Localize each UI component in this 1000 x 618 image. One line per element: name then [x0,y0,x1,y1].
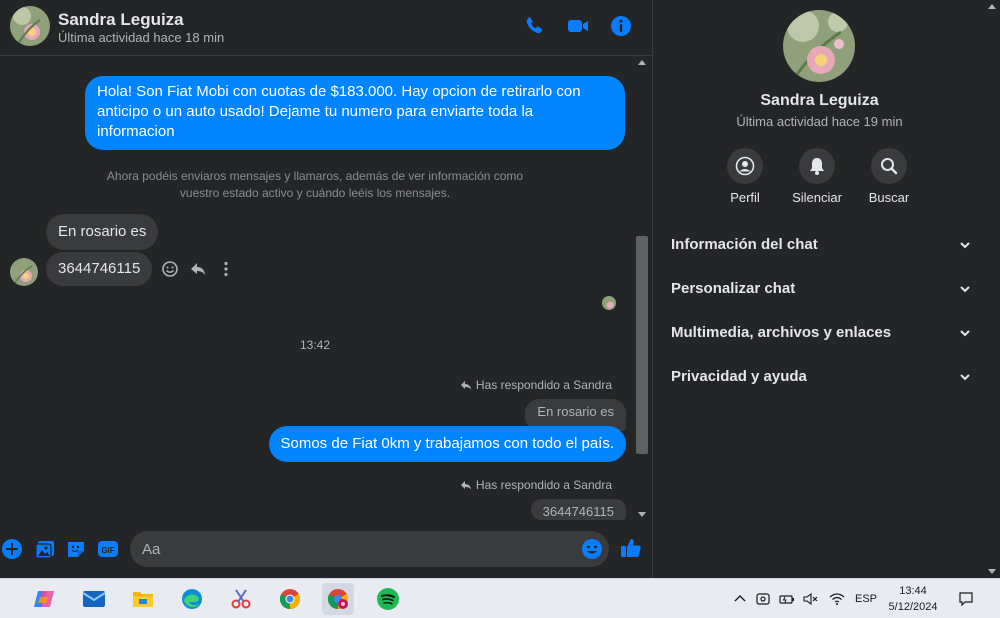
reply-label-text: Has respondido a Sandra [475,478,612,492]
section-privacy-help[interactable]: Privacidad y ayuda [671,362,971,392]
chat-header: Sandra Leguiza Última actividad hace 18 … [0,0,652,56]
info-contact-status: Última actividad hace 19 min [736,114,903,129]
profile-label: Perfil [730,190,760,205]
scroll-down-arrow[interactable] [988,569,996,574]
section-media-files-links[interactable]: Multimedia, archivos y enlaces [671,318,971,348]
profile-icon [727,148,763,184]
video-icon[interactable] [566,14,590,38]
chevron-down-icon [960,374,970,381]
copilot-icon[interactable] [28,583,60,615]
spotify-icon[interactable] [372,583,404,615]
clock-time: 13:44 [899,585,927,597]
reply-label: Has respondido a Sandra [460,378,612,392]
gif-icon[interactable]: GIF [97,538,119,560]
chrome-icon[interactable] [274,583,306,615]
mail-icon[interactable] [78,583,110,615]
notifications-icon[interactable] [958,591,974,607]
message-input-container[interactable] [130,531,609,567]
contact-name[interactable]: Sandra Leguiza [58,10,184,30]
snipping-tool-icon[interactable] [225,583,257,615]
react-emoji-icon[interactable] [161,260,179,278]
reply-label: Has respondido a Sandra [460,478,612,492]
chat-pane: Sandra Leguiza Última actividad hace 18 … [0,0,652,578]
scroll-up-arrow[interactable] [988,4,996,9]
input-language[interactable]: ESP [855,593,877,605]
meet-now-icon[interactable] [755,591,771,607]
wifi-icon[interactable] [829,591,845,607]
scroll-up-arrow[interactable] [638,60,646,65]
reply-icon[interactable] [189,260,207,278]
conversation-info-panel: Sandra Leguiza Última actividad hace 19 … [652,0,985,578]
bell-icon [799,148,835,184]
window-scrollbar[interactable] [985,0,1000,578]
section-customize-chat[interactable]: Personalizar chat [671,274,971,304]
info-icon[interactable] [609,14,633,38]
incoming-message[interactable]: En rosario es [46,214,159,250]
mute-button[interactable]: Silenciar [781,148,853,205]
section-label: Privacidad y ayuda [671,368,807,385]
clock-date: 5/12/2024 [888,601,938,613]
clock[interactable]: 13:44 5/12/2024 [878,583,948,615]
gif-label: GIF [101,546,114,555]
section-label: Personalizar chat [671,280,796,297]
contact-avatar[interactable] [10,6,50,46]
search-label: Buscar [868,190,910,205]
outgoing-message[interactable]: Somos de Fiat 0km y trabajamos con todo … [268,426,626,462]
volume-muted-icon[interactable] [802,591,818,607]
chrome-profile-icon[interactable] [322,583,354,615]
search-button[interactable]: Buscar [853,148,925,205]
chevron-down-icon [960,330,970,337]
mute-label: Silenciar [792,190,842,205]
scroll-thumb[interactable] [636,236,648,454]
file-explorer-icon[interactable] [127,583,159,615]
emoji-icon[interactable] [581,538,603,560]
messages-scrollbar[interactable] [634,58,650,520]
message-composer: GIF [0,528,652,578]
phone-icon[interactable] [522,14,546,38]
sender-avatar[interactable] [10,258,38,286]
chevron-down-icon [960,286,970,293]
battery-icon[interactable] [779,591,795,607]
incoming-message[interactable]: 3644746115 [46,252,153,286]
reply-label-text: Has respondido a Sandra [475,378,612,392]
contact-status: Última actividad hace 18 min [58,30,225,45]
reply-arrow-icon [460,481,471,490]
plus-icon[interactable] [1,538,23,560]
section-chat-info[interactable]: Información del chat [671,230,971,260]
encryption-notice: Ahora podéis enviaros mensajes y llamaro… [106,169,524,200]
show-hidden-icons-icon[interactable] [732,591,748,607]
edge-icon[interactable] [176,583,208,615]
reply-arrow-icon [460,381,471,390]
outgoing-message[interactable]: Hola! Son Fiat Mobi con cuotas de $183.0… [85,76,625,150]
taskbar: ESP 13:44 5/12/2024 [0,578,1000,618]
search-icon [871,148,907,184]
message-input[interactable] [142,531,572,567]
chevron-down-icon [960,242,970,249]
time-separator: 13:42 [299,338,331,352]
read-receipt-avatar [602,296,616,310]
section-label: Multimedia, archivos y enlaces [671,324,892,341]
quoted-message[interactable]: 3644746115 [530,499,626,520]
sticker-icon[interactable] [65,538,87,560]
info-contact-name: Sandra Leguiza [760,92,879,109]
scroll-down-arrow[interactable] [638,512,646,517]
profile-button[interactable]: Perfil [709,148,781,205]
more-options-icon[interactable] [217,260,235,278]
photo-icon[interactable] [34,538,56,560]
like-icon[interactable] [620,537,642,559]
section-label: Información del chat [671,236,818,253]
info-avatar[interactable] [783,10,855,82]
